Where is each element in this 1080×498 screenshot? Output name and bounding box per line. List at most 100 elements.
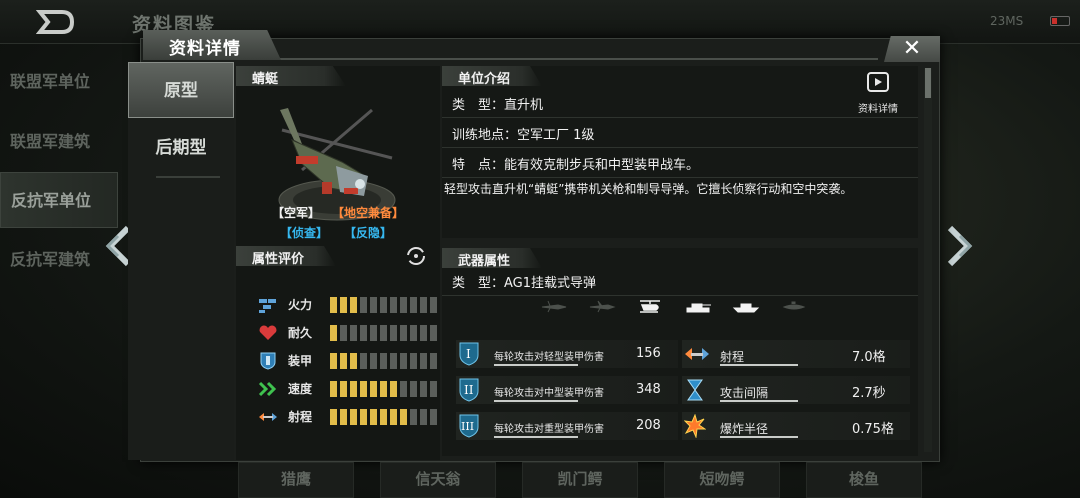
tag-air-ground: 【地空兼备】 (332, 206, 405, 220)
tag-anti-stealth: 【反隐】 (344, 226, 393, 240)
level-segment (330, 409, 337, 425)
intro-training: 训练地点：空军工厂 1级 (452, 128, 595, 143)
level-segment (370, 409, 377, 425)
weapon-stats: I 每轮攻击对轻型装甲伤害 156 II 每轮攻击对中型装甲伤害 348 III 每轮攻击对重… (456, 338, 910, 450)
level-segment (340, 325, 347, 341)
level-segment (350, 381, 357, 397)
weapon-type-row: 类 型：AG1挂载式导弹 (442, 268, 918, 296)
attribute-label: 速度 (288, 382, 313, 396)
medium-armor-icon: II (458, 378, 480, 402)
bottom-tab[interactable]: 梭鱼 (806, 462, 922, 498)
weapon-stat-label: 攻击间隔 (720, 386, 769, 400)
level-segment (380, 353, 387, 369)
level-segment (400, 297, 407, 313)
level-segment (340, 353, 347, 369)
level-segment (410, 409, 417, 425)
attribute-label: 装甲 (288, 354, 313, 368)
speed-chevron-icon (258, 380, 278, 398)
attribute-row: 射程 (258, 406, 448, 428)
weapon-stat-value: 0.75格 (852, 422, 894, 437)
bottom-tab[interactable]: 信天翁 (380, 462, 496, 498)
underline (494, 400, 578, 402)
weapon-type: 类 型：AG1挂载式导弹 (452, 276, 597, 291)
nav-alliance-units[interactable]: 联盟军单位 (0, 54, 118, 110)
level-segment (380, 381, 387, 397)
bottom-tab[interactable]: 猎鹰 (238, 462, 354, 498)
attribute-row: 装甲 (258, 350, 448, 372)
close-icon: ✕ (902, 36, 922, 61)
back-logo-icon[interactable] (35, 8, 76, 36)
target-types (540, 298, 808, 313)
weapon-stat-left: III 每轮攻击对重型装甲伤害 208 (456, 412, 678, 440)
tab-divider (156, 176, 220, 178)
bottom-tab[interactable]: 凯门鳄 (522, 462, 638, 498)
level-segment (370, 297, 377, 313)
refresh-icon[interactable] (406, 246, 426, 266)
nav-alliance-buildings[interactable]: 联盟军建筑 (0, 114, 118, 170)
weapon-stat-value: 208 (636, 418, 661, 433)
attribute-level-bar (330, 353, 437, 369)
range-arrows-icon (258, 408, 278, 426)
level-segment (430, 297, 437, 313)
level-segment (430, 381, 437, 397)
level-segment (330, 297, 337, 313)
svg-text:III: III (461, 420, 474, 433)
level-segment (420, 381, 427, 397)
underline (494, 436, 578, 438)
weapon-stat-value: 7.0格 (852, 350, 886, 365)
level-segment (360, 353, 367, 369)
level-segment (370, 325, 377, 341)
underline (720, 400, 798, 402)
info-detail-label: 资料详情 (858, 104, 898, 115)
attribute-row: 耐久 (258, 322, 448, 344)
level-segment (340, 381, 347, 397)
level-segment (360, 325, 367, 341)
level-segment (380, 409, 387, 425)
nav-resistance-units[interactable]: 反抗军单位 (0, 172, 118, 228)
attribute-label: 火力 (288, 298, 313, 312)
hourglass-icon (684, 378, 706, 402)
intro-header: 单位介绍 (442, 66, 542, 86)
weapon-stat-right: 攻击间隔 2.7秒 (682, 376, 910, 404)
level-segment (420, 409, 427, 425)
light-armor-icon: I (458, 342, 480, 366)
ship-icon (732, 298, 760, 313)
bottom-unit-bar: 猎鹰 信天翁 凯门鳄 短吻鳄 梭鱼 (236, 462, 936, 498)
battery-icon (1050, 16, 1070, 26)
bottom-tab[interactable]: 短吻鳄 (664, 462, 780, 498)
level-segment (330, 381, 337, 397)
level-segment (410, 325, 417, 341)
svg-text:I: I (466, 347, 471, 361)
tab-prototype[interactable]: 原型 (128, 62, 234, 118)
attribute-level-bar (330, 297, 437, 313)
level-segment (420, 325, 427, 341)
level-segment (430, 353, 437, 369)
tag-air-force: 【空军】 (272, 206, 321, 220)
intro-panel: 单位介绍 类 型：直升机 训练地点：空军工厂 1级 特 点：能有效克制步兵和中型… (442, 66, 918, 238)
intro-feature: 特 点：能有效克制步兵和中型装甲战车。 (452, 158, 700, 173)
level-segment (340, 297, 347, 313)
level-segment (410, 297, 417, 313)
nav-resistance-buildings[interactable]: 反抗军建筑 (0, 232, 118, 288)
level-segment (360, 381, 367, 397)
next-arrow-icon[interactable] (946, 224, 976, 277)
scrollbar[interactable] (924, 68, 932, 452)
heavy-armor-icon: III (458, 414, 480, 438)
tag-scout: 【侦查】 (280, 226, 329, 240)
weapon-stat-label: 射程 (720, 350, 745, 364)
level-segment (430, 409, 437, 425)
attribute-level-bar (330, 409, 437, 425)
level-segment (350, 353, 357, 369)
level-segment (400, 325, 407, 341)
weapon-stat-right: 射程 7.0格 (682, 340, 910, 368)
firepower-icon (258, 296, 278, 314)
info-detail-button[interactable]: 资料详情 (848, 72, 908, 115)
intro-row: 训练地点：空军工厂 1级 (442, 120, 918, 148)
unit-description: 轻型攻击直升机“蜻蜓”携带机关枪和制导导弹。它擅长侦察行动和空中突袭。 (444, 182, 853, 196)
close-button[interactable]: ✕ (884, 36, 940, 62)
tank-icon (684, 298, 712, 313)
unit-name: 蜻蜓 (236, 66, 346, 86)
level-segment (370, 381, 377, 397)
underline (720, 436, 798, 438)
tab-late-model[interactable]: 后期型 (128, 120, 234, 176)
